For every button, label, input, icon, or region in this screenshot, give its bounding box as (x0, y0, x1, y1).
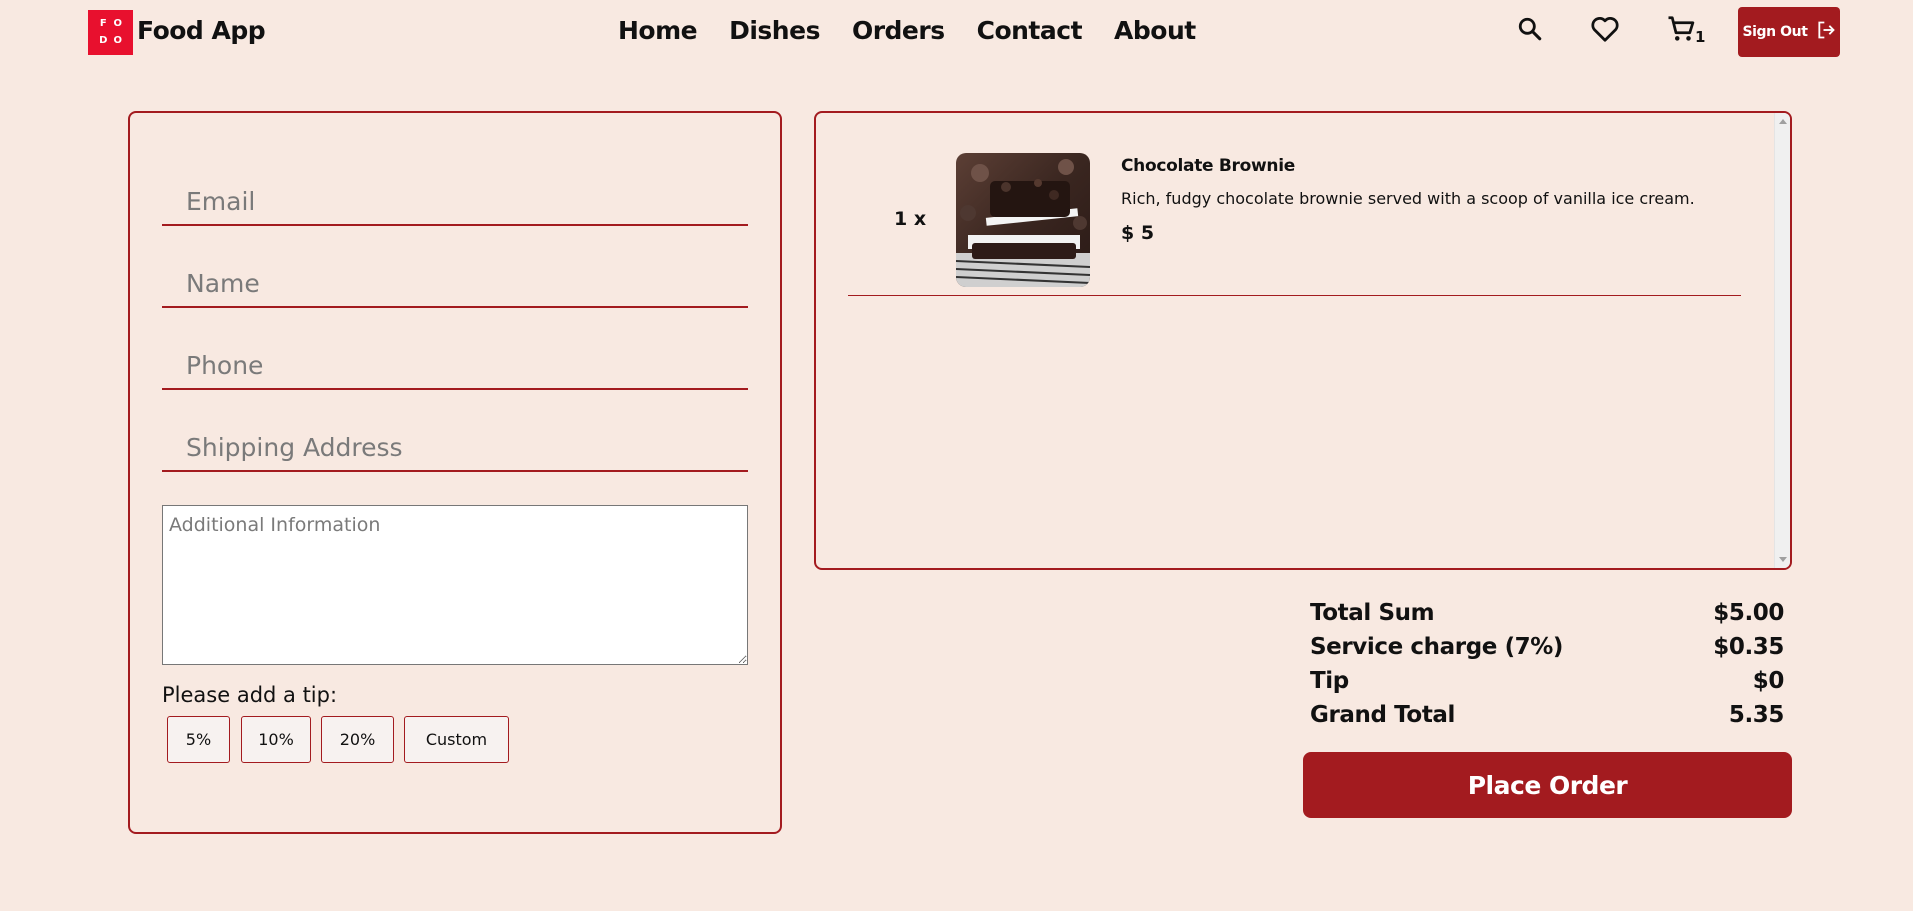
tip-10-button[interactable]: 10% (241, 716, 311, 763)
brand-name[interactable]: Food App (137, 16, 266, 45)
name-input[interactable] (162, 260, 748, 306)
email-input[interactable] (162, 178, 748, 224)
logo-letter: O (113, 34, 122, 46)
summary-label: Grand Total (1310, 702, 1456, 728)
logo-letter: O (113, 18, 122, 30)
summary-row-service-charge: Service charge (7%) $0.35 (1310, 634, 1784, 660)
tip-20-button[interactable]: 20% (321, 716, 394, 763)
name-field[interactable] (162, 260, 748, 308)
summary-value: $0 (1752, 668, 1785, 694)
scroll-down-arrow-icon[interactable] (1779, 557, 1787, 562)
dish-description: Rich, fudgy chocolate brownie served wit… (1121, 189, 1695, 208)
summary-label: Total Sum (1310, 600, 1435, 626)
logout-icon (1816, 20, 1836, 44)
additional-info-textarea[interactable] (162, 505, 748, 665)
email-field[interactable] (162, 178, 748, 226)
sign-out-button[interactable]: Sign Out (1738, 7, 1840, 57)
logo-letter: F (99, 18, 107, 30)
cart-scrollbar[interactable] (1774, 113, 1790, 568)
tip-label: Please add a tip: (162, 683, 338, 707)
nav-home[interactable]: Home (618, 16, 698, 45)
summary-row-grand-total: Grand Total 5.35 (1310, 702, 1784, 728)
place-order-button[interactable]: Place Order (1303, 752, 1792, 818)
phone-input[interactable] (162, 342, 748, 388)
summary-value: $5.00 (1713, 600, 1784, 626)
phone-field[interactable] (162, 342, 748, 390)
main-nav: Home Dishes Orders Contact About (618, 16, 1196, 45)
dish-name: Chocolate Brownie (1121, 156, 1295, 176)
logo-letter: D (99, 34, 108, 46)
nav-about[interactable]: About (1114, 16, 1196, 45)
summary-row-tip: Tip $0 (1310, 668, 1784, 694)
summary-value: 5.35 (1728, 702, 1785, 728)
logo[interactable]: F O D O (88, 10, 133, 55)
item-divider (848, 295, 1741, 296)
cart-icon[interactable] (1664, 12, 1698, 46)
summary-label: Service charge (7%) (1310, 634, 1564, 660)
heart-icon[interactable] (1588, 12, 1622, 46)
sign-out-label: Sign Out (1742, 24, 1808, 40)
tip-custom-button[interactable]: Custom (404, 716, 509, 763)
nav-contact[interactable]: Contact (977, 16, 1083, 45)
cart-count-badge: 1 (1695, 28, 1706, 46)
brownie-image (956, 153, 1090, 287)
item-quantity: 1 x (894, 208, 927, 230)
nav-dishes[interactable]: Dishes (729, 16, 820, 45)
dish-price: $ 5 (1121, 222, 1155, 244)
shipping-address-field[interactable] (162, 424, 748, 472)
summary-value: $0.35 (1713, 634, 1784, 660)
summary-row-total-sum: Total Sum $5.00 (1310, 600, 1784, 626)
shipping-address-input[interactable] (162, 424, 748, 470)
tip-5-button[interactable]: 5% (167, 716, 230, 763)
summary-label: Tip (1310, 668, 1349, 694)
scroll-up-arrow-icon[interactable] (1779, 119, 1787, 124)
nav-orders[interactable]: Orders (852, 16, 945, 45)
search-icon[interactable] (1513, 12, 1547, 46)
